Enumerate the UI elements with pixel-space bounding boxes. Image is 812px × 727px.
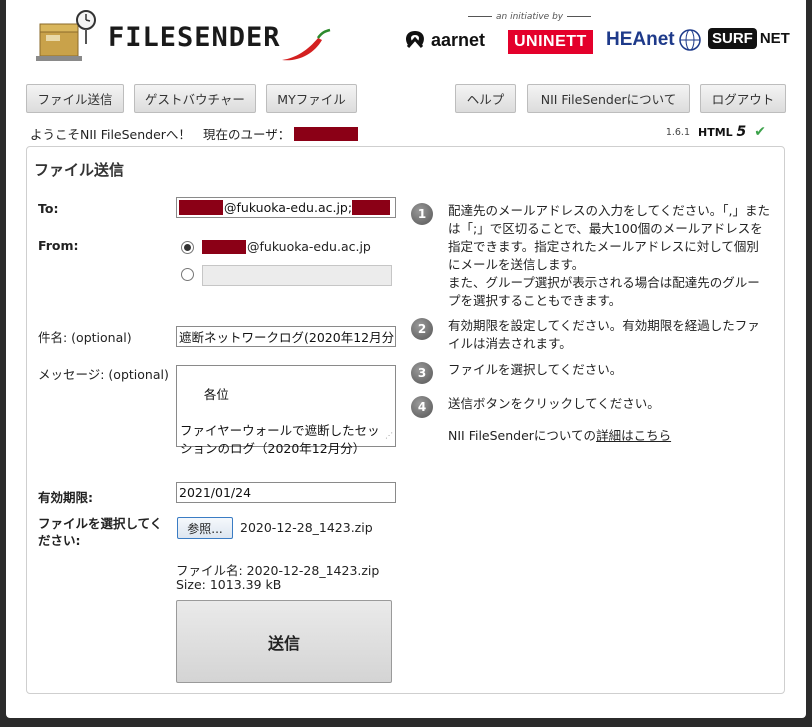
message-label: メッセージ: (optional) [38,367,169,382]
nav-guest-voucher-button[interactable]: ゲストバウチャー [134,84,256,113]
help-step-3: ファイルを選択してください。 [448,362,623,377]
to-value: @fukuoka-edu.ac.jp; [224,200,353,215]
from-radio-other[interactable] [181,268,194,281]
welcome-text: ようこそNII FileSenderへ！ [30,127,191,142]
current-user-label: 現在のユーザ： [202,127,291,142]
version-number: 1.6.1 [665,126,690,138]
redacted-to-2 [352,200,391,215]
nav-about-button[interactable]: NII FileSenderについて [527,84,690,113]
redacted-username [294,126,359,141]
expiry-date-input[interactable]: 2021/01/24 [176,482,396,503]
step-2-icon: 2 [411,318,433,340]
initiative-caption: an initiative by [464,12,595,22]
html5-badge: HTML 5 [698,124,747,140]
surfnet-logo: SURF NET [708,24,790,52]
upload-panel: ファイル送信 To: @fukuoka-edu.ac.jp; From: @fu… [26,146,785,694]
app-window: FILESENDER an initiative by aarnet UNINE… [6,0,806,718]
step-1-icon: 1 [411,203,433,225]
welcome-bar: ようこそNII FileSenderへ！ 現在のユーザ： [30,124,359,143]
help-step-1: 配達先のメールアドレスの入力をしてください。「,」または「;」で区切ることで、最… [448,202,770,310]
aarnet-text: aarnet [431,29,486,50]
message-textarea[interactable]: 各位 ファイヤーウォールで遮断したセッションのログ（2020年12月分） ⋰ [176,365,396,456]
surf-text: SURF [708,27,757,49]
uninett-logo: UNINETT [508,30,593,54]
file-size-info: Size: 1013.39 kB [176,577,282,592]
selected-file-name: 2020-12-28_1423.zip [240,520,373,535]
about-details-link[interactable]: 詳細はこちら [596,428,671,443]
send-button[interactable]: 送信 [176,600,392,683]
subject-label: 件名: (optional) [38,330,132,345]
heanet-logo: HEAnet [606,26,702,54]
help-step-2: 有効期限を設定してください。有効期限を経過したファイルは消去されます。 [448,318,760,351]
file-select-label: ファイルを選択してください: [38,516,163,548]
help-step-1-text: 配達先のメールアドレスの入力をしてください。「,」または「;」で区切ることで、最… [448,203,770,272]
brand-name: FILESENDER [108,22,281,53]
help-step-4: 送信ボタンをクリックしてください。 [448,396,660,411]
net-text: NET [759,29,790,47]
redacted-from [202,239,246,254]
from-value: @fukuoka-edu.ac.jp [247,239,371,254]
about-line: NII FileSenderについての詳細はこちら [448,427,770,445]
from-label: From: [38,238,79,253]
step-4-icon: 4 [411,396,433,418]
nav-upload-button[interactable]: ファイル送信 [26,84,124,113]
about-prefix: NII FileSenderについての [448,428,597,443]
version-info: 1.6.1 HTML 5 ✔ [666,124,766,140]
to-field[interactable]: @fukuoka-edu.ac.jp; [176,197,396,218]
nav-logout-button[interactable]: ログアウト [700,84,786,113]
nav-help-button[interactable]: ヘルプ [455,84,516,113]
expiry-label: 有効期限: [38,490,93,505]
help-step-1b-text: また、グループ選択が表示される場合は配達先のグループを選択することもできます。 [448,275,760,308]
heanet-text: HEAnet [606,29,675,50]
from-other-input[interactable] [202,265,392,286]
to-label: To: [38,201,59,216]
aarnet-logo: aarnet [402,26,485,54]
globe-icon [678,29,701,51]
redacted-to-1 [179,200,223,215]
resize-grip-icon[interactable]: ⋰ [385,427,393,445]
filesender-logo [36,8,100,64]
checkmark-icon: ✔ [754,124,766,140]
from-radio-default[interactable] [181,241,194,254]
subject-input[interactable]: 遮断ネットワークログ(2020年12月分) [176,326,396,347]
nav-my-files-button[interactable]: MYファイル [266,84,357,113]
chili-icon [278,28,332,67]
panel-title: ファイル送信 [34,161,125,179]
message-value: 各位 ファイヤーウォールで遮断したセッションのログ（2020年12月分） [180,387,380,456]
from-address: @fukuoka-edu.ac.jp [202,239,371,254]
step-3-icon: 3 [411,362,433,384]
browse-button[interactable]: 参照... [177,517,233,539]
aarnet-mark-icon [402,29,428,51]
